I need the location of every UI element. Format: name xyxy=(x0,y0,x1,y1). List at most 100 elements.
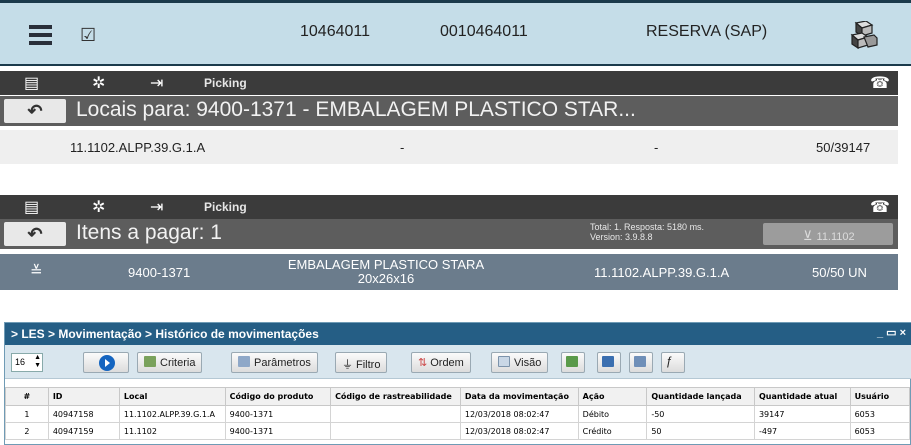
cell: Débito xyxy=(577,405,648,423)
visao-label: Visão xyxy=(514,357,542,369)
parametros-label: Parâmetros xyxy=(254,357,311,369)
filtro-button[interactable]: ⏚ Filtro xyxy=(335,352,388,373)
table-row[interactable]: 2 40947159 11.1102 9400-1371 12/03/2018 … xyxy=(5,422,911,440)
column-header[interactable]: Código do produto xyxy=(224,387,332,406)
cell: 1 xyxy=(5,405,49,423)
table-header-row: # ID Local Código do produto Código de r… xyxy=(5,387,911,406)
column-header[interactable]: Quantidade atual xyxy=(753,387,851,406)
menu-icon[interactable]: ▤ xyxy=(24,73,39,93)
cell: 2 xyxy=(5,422,49,440)
ordem-button[interactable]: ⇅ Ordem xyxy=(411,352,471,373)
column-header[interactable]: # xyxy=(5,387,49,406)
product-desc: EMBALAGEM PLASTICO STARA xyxy=(287,257,485,272)
list-item[interactable]: ≚ 9400-1371 EMBALAGEM PLASTICO STARA 20x… xyxy=(0,254,898,290)
menu-icon[interactable]: ▤ xyxy=(24,197,39,217)
total-info: Total: 1. Resposta: 5180 ms. xyxy=(590,222,705,232)
page-size-spinner[interactable]: 16 ▲ ▼ xyxy=(11,353,43,372)
save-button[interactable] xyxy=(597,352,621,373)
visao-button[interactable]: Visão xyxy=(491,352,549,373)
double-check-icon[interactable]: ≚ xyxy=(30,262,43,280)
breadcrumb: > LES > Movimentação > Histórico de movi… xyxy=(5,323,911,345)
cell: Crédito xyxy=(577,422,648,440)
column-header[interactable]: Código de rastreabilidade xyxy=(330,387,461,406)
script-icon: ƒ xyxy=(666,354,673,368)
product-dimensions: 20x26x16 xyxy=(357,271,415,286)
cart-button[interactable]: ⊻ 11.1102 xyxy=(763,223,893,245)
sort-icon: ⇅ xyxy=(418,357,428,369)
reserve-code-full: 0010464011 xyxy=(440,23,528,40)
code-icon xyxy=(634,356,646,367)
toolbar: 16 ▲ ▼ Criteria Parâmetros ⏚ Filtro ⇅ Ordem… xyxy=(5,345,911,379)
header-title: Picking xyxy=(204,76,247,90)
save-icon xyxy=(602,356,614,367)
column-header[interactable]: Ação xyxy=(577,387,648,406)
view-icon xyxy=(498,356,510,367)
breadcrumb-text: > LES > Movimentação > Histórico de movi… xyxy=(11,327,319,341)
cell: 11.1102 xyxy=(118,422,226,440)
code-button[interactable] xyxy=(629,352,653,373)
spinner-arrows-icon[interactable]: ▲ ▼ xyxy=(34,354,41,370)
cell: 11.1102.ALPP.39.G.1.A xyxy=(118,405,226,423)
ordem-label: Ordem xyxy=(430,357,464,369)
row-qty: 50/39147 xyxy=(816,140,871,155)
version-info: Version: 3.9.8.8 xyxy=(590,232,653,242)
criteria-label: Criteria xyxy=(160,357,196,369)
cell: 6053 xyxy=(849,405,911,423)
cart-label: 11.1102 xyxy=(816,231,855,243)
filtro-label: Filtro xyxy=(356,359,381,371)
user-icon[interactable]: ☎ xyxy=(870,73,890,93)
window-controls-icon[interactable]: _ ▭ × xyxy=(877,326,906,339)
movements-table: # ID Local Código do produto Código de r… xyxy=(5,387,911,440)
cell: 9400-1371 xyxy=(224,405,332,423)
row-col2: - xyxy=(400,140,405,155)
les-window: > LES > Movimentação > Histórico de movi… xyxy=(4,322,911,445)
export-icon xyxy=(566,356,578,367)
cell: 9400-1371 xyxy=(224,422,332,440)
reserve-type: RESERVA (SAP) xyxy=(646,23,768,40)
reserve-code: 10464011 xyxy=(300,23,370,40)
parametros-button[interactable]: Parâmetros xyxy=(231,352,318,373)
user-icon[interactable]: ☎ xyxy=(870,197,890,217)
cell: 40947158 xyxy=(47,405,120,423)
header-title: Picking xyxy=(204,200,247,214)
logout-icon[interactable]: ⇥ xyxy=(150,73,163,93)
criteria-button[interactable]: Criteria xyxy=(137,352,203,373)
list-item[interactable]: 11.1102.ALPP.39.G.1.A - - 50/39147 xyxy=(0,130,898,164)
cell: 39147 xyxy=(753,405,851,423)
picking-header-1: ▤ ✲ ⇥ Picking ☎ xyxy=(0,71,898,95)
row-qty: 50/50 UN xyxy=(812,265,867,280)
logout-icon[interactable]: ⇥ xyxy=(150,197,163,217)
script-button[interactable]: ƒ xyxy=(661,352,685,373)
column-header[interactable]: Data da movimentação xyxy=(459,387,579,406)
page-size-value: 16 xyxy=(15,357,26,367)
cell: -497 xyxy=(753,422,851,440)
run-button[interactable] xyxy=(83,352,129,373)
table-row[interactable]: 1 40947158 11.1102.ALPP.39.G.1.A 9400-13… xyxy=(5,405,911,423)
cell: 6053 xyxy=(849,422,911,440)
tag-icon xyxy=(238,356,250,367)
cell xyxy=(330,422,461,440)
gear-icon[interactable]: ✲ xyxy=(92,197,105,217)
boxes-icon[interactable] xyxy=(848,21,878,49)
gear-icon[interactable]: ✲ xyxy=(92,73,105,93)
cell xyxy=(330,405,461,423)
list-icon[interactable] xyxy=(29,25,52,45)
checkbox-icon[interactable]: ☑ xyxy=(80,25,96,46)
criteria-icon xyxy=(144,356,156,367)
cell: 12/03/2018 08:02:47 xyxy=(459,422,579,440)
back-button[interactable]: ↶ xyxy=(4,99,66,123)
picking-header-2: ▤ ✲ ⇥ Picking ☎ xyxy=(0,195,898,219)
column-header[interactable]: Usuário xyxy=(849,387,911,406)
page-title: Itens a pagar: 1 xyxy=(76,221,222,244)
cart-icon: ⊻ xyxy=(803,228,813,243)
title-bar-1: ↶ Locais para: 9400-1371 - EMBALAGEM PLA… xyxy=(0,96,898,126)
column-header[interactable]: ID xyxy=(47,387,120,406)
local-code: 11.1102.ALPP.39.G.1.A xyxy=(70,140,206,155)
page-title: Locais para: 9400-1371 - EMBALAGEM PLAST… xyxy=(76,98,636,121)
cell: -50 xyxy=(646,405,755,423)
export-button[interactable] xyxy=(561,352,585,373)
column-header[interactable]: Quantidade lançada xyxy=(646,387,755,406)
column-header[interactable]: Local xyxy=(118,387,226,406)
back-button[interactable]: ↶ xyxy=(4,222,66,246)
reserve-row[interactable]: ☑ 10464011 0010464011 RESERVA (SAP) xyxy=(0,0,911,66)
